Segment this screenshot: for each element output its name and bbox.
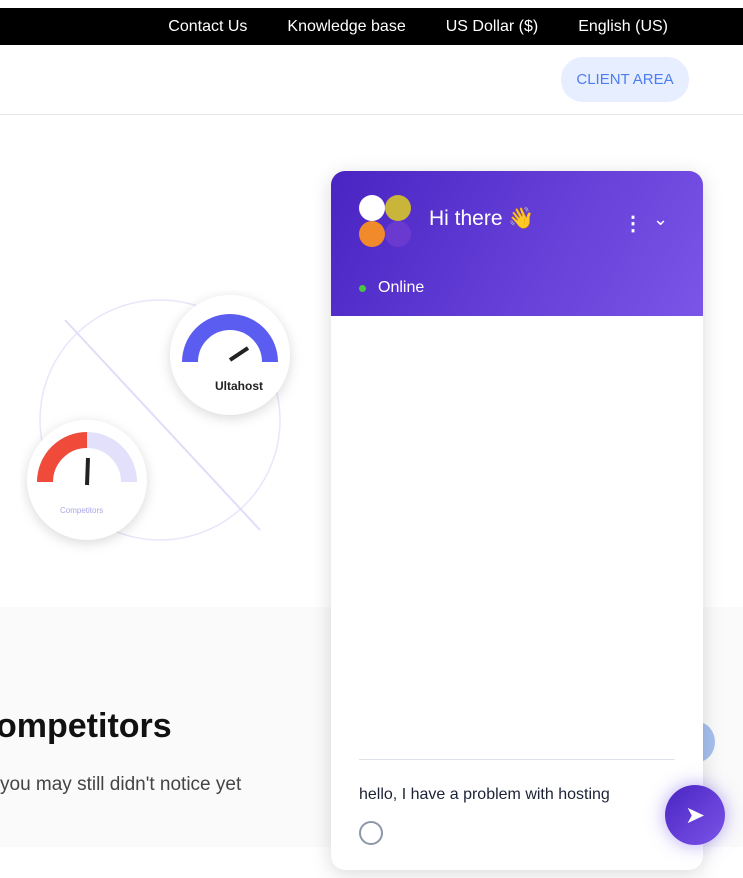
- competitors-label: Competitors: [60, 506, 103, 515]
- section-subtext: you may still didn't notice yet: [0, 774, 242, 795]
- chevron-down-icon[interactable]: ⌄: [653, 209, 668, 230]
- top-bar: Contact Us Knowledge base US Dollar ($) …: [0, 8, 743, 45]
- emoji-icon[interactable]: [359, 821, 383, 845]
- status-indicator: Online: [359, 279, 424, 297]
- send-button[interactable]: ➤: [665, 785, 725, 845]
- agent-avatars: [359, 195, 411, 247]
- online-dot-icon: [359, 284, 366, 292]
- knowledge-base-link[interactable]: Knowledge base: [287, 18, 405, 36]
- avatar: [359, 221, 385, 247]
- language-selector[interactable]: English (US): [578, 18, 668, 36]
- contact-us-link[interactable]: Contact Us: [168, 18, 247, 36]
- message-input[interactable]: hello, I have a problem with hosting: [359, 786, 610, 804]
- section-heading: ompetitors: [0, 707, 172, 745]
- avatar: [359, 195, 385, 221]
- ultahost-logo: Ultahost: [215, 379, 263, 393]
- avatar: [385, 221, 411, 247]
- status-text: Online: [378, 279, 425, 296]
- currency-selector[interactable]: US Dollar ($): [446, 18, 538, 36]
- more-options-icon[interactable]: ⋮: [623, 211, 643, 236]
- header: CLIENT AREA: [0, 45, 743, 115]
- client-area-button[interactable]: CLIENT AREA: [561, 57, 689, 102]
- speed-illustration: Ultahost Competitors: [20, 290, 320, 560]
- chat-widget: Hi there 👋 ⋮ ⌄ Online hello, I have a pr…: [331, 171, 703, 870]
- divider: [359, 759, 675, 760]
- chat-title: Hi there 👋: [429, 207, 535, 230]
- chat-header: Hi there 👋 ⋮ ⌄ Online: [331, 171, 703, 316]
- avatar: [385, 195, 411, 221]
